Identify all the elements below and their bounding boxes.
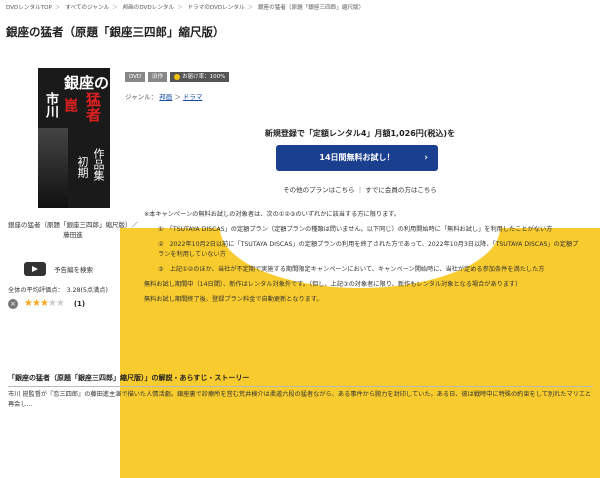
breadcrumb-separator: ＞ bbox=[54, 5, 61, 11]
breadcrumb-current: 銀座の猛者（原題「銀座三四郎」縮尺版） bbox=[257, 5, 365, 11]
terms-text: ① 「TSUTAYA DISCAS」の定額プラン（定額プランの種類は問いません。… bbox=[158, 226, 553, 233]
breadcrumb-item[interactable]: DVDレンタルTOP bbox=[6, 5, 52, 11]
rating-row: × ★ ★ ★ ★ ★ (1) bbox=[8, 298, 85, 309]
no-entry-icon: × bbox=[8, 298, 18, 309]
plan-links: その他のプランはこちら ｜ すでに会員の方はこちら bbox=[120, 184, 600, 194]
breadcrumb-item[interactable]: ドラマのDVDレンタル bbox=[187, 5, 244, 11]
gold-dot-icon bbox=[174, 74, 181, 80]
story-text: 市川 崑監督が『恋三四郎』の藤田進主演で描いた人情活劇。銀座裏で診療所を営む荒井… bbox=[8, 391, 592, 408]
link-separator: ｜ bbox=[356, 186, 364, 194]
badges: DVD 旧作 お届け率：100% bbox=[125, 72, 230, 82]
reach-badge: お届け率：100% bbox=[170, 72, 230, 82]
terms-text: ② 2022年10月2日以前に「TSUTAYA DISCAS」の定額プランの利用… bbox=[158, 241, 579, 258]
terms-text: 無料お試し期間中（14日間）、新作はレンタル対象外です。（但し、上記③の対象者に… bbox=[144, 281, 522, 288]
star-icon: ★ bbox=[55, 298, 65, 309]
genre-link[interactable]: ドラマ bbox=[183, 93, 203, 101]
promo-panel: 新規登録で「定額レンタル4」月額1,026円(税込)を 14日間無料お試し！ ›… bbox=[120, 128, 600, 478]
free-trial-button[interactable]: 14日間無料お試し！ › bbox=[276, 145, 438, 171]
breadcrumb-separator: ＞ bbox=[177, 5, 183, 11]
chevron-right-icon: › bbox=[424, 153, 428, 163]
register-text: 新規登録で「定額レンタル4」月額1,026円(税込)を bbox=[264, 129, 456, 138]
terms-text: ③ 上記①②のほか、当社が不定期で実施する期間限定キャンペーンにおいて、キャンペ… bbox=[158, 266, 545, 273]
other-plans-link[interactable]: その他のプランはこちら bbox=[283, 186, 355, 194]
average-rating: 全体の平均評価点： 3.28(5点満点) bbox=[8, 287, 108, 294]
member-login-link[interactable]: すでに会員の方はこちら bbox=[365, 186, 437, 194]
trailer-search[interactable]: 予告編を検索 bbox=[24, 262, 93, 276]
terms-text: ※本キャンペーンの無料お試しの対象者は、次の①②③のいずれかに該当する方に限りま… bbox=[144, 211, 401, 218]
breadcrumb-item[interactable]: 邦画のDVDレンタル bbox=[123, 5, 175, 11]
breadcrumb: DVDレンタルTOP ＞ すべてのジャンル＞ 邦画のDVDレンタル＞ ドラマのDV… bbox=[6, 3, 364, 11]
star-icon: ★ bbox=[24, 298, 33, 309]
type-badge: 旧作 bbox=[148, 72, 168, 82]
cover-image[interactable]: 銀座の 猛者 市川 崑 作品集 初期 bbox=[38, 68, 110, 208]
star-icon: ★ bbox=[31, 298, 41, 309]
genre-separator: ＞ bbox=[174, 93, 181, 101]
reach-label: お届け率：100% bbox=[182, 74, 226, 80]
trailer-label: 予告編を検索 bbox=[54, 266, 93, 274]
terms-text: 無料お試し期間終了後、登録プラン料金で自動更新となります。 bbox=[144, 296, 323, 303]
cover-text: 銀座の bbox=[64, 74, 110, 92]
cover-photo bbox=[38, 128, 68, 208]
cover-text: 崑 bbox=[62, 98, 78, 112]
star-icon: ★ bbox=[39, 298, 49, 309]
star-icon: ★ bbox=[47, 298, 57, 309]
format-badge: DVD bbox=[125, 72, 146, 82]
campaign-terms: ※本キャンペーンの無料お試しの対象者は、次の①②③のいずれかに該当する方に限りま… bbox=[144, 210, 584, 310]
page-title: 銀座の猛者（原題「銀座三四郎」縮尺版） bbox=[6, 25, 225, 39]
breadcrumb-item[interactable]: すべてのジャンル bbox=[65, 5, 109, 11]
cover-text: 作品集 bbox=[92, 148, 105, 181]
cover-text: 市川 bbox=[43, 92, 58, 118]
genre-link[interactable]: 邦画 bbox=[159, 93, 172, 101]
youtube-icon bbox=[24, 262, 46, 276]
free-trial-label: 14日間無料お試し！ bbox=[319, 153, 395, 162]
cover-text: 初期 bbox=[76, 156, 89, 178]
story-section-heading: 「銀座の猛者（原題「銀座三四郎」縮尺版）」の解説・あらすじ・ストーリー bbox=[8, 373, 593, 387]
genre-label: ジャンル： bbox=[125, 93, 158, 101]
genre-row: ジャンル： 邦画 ＞ ドラマ bbox=[125, 91, 202, 101]
cover-caption: 銀座の猛者（原題「銀座三四郎」縮尺版）／藤田進 bbox=[8, 221, 138, 239]
review-count[interactable]: (1) bbox=[74, 300, 85, 308]
breadcrumb-separator: ＞ bbox=[112, 5, 118, 11]
breadcrumb-separator: ＞ bbox=[247, 5, 254, 11]
cover-text: 猛者 bbox=[84, 92, 102, 122]
